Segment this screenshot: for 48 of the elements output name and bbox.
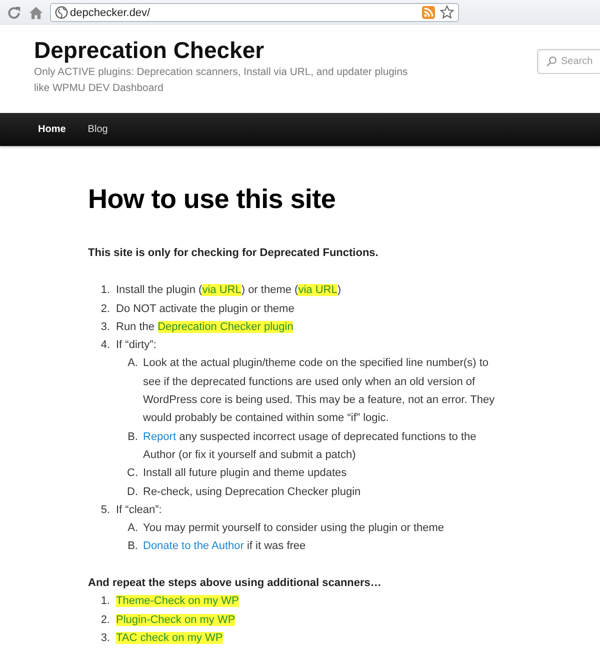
list-marker: 1. [100,595,110,608]
address-bar[interactable]: depchecker.dev/ [50,3,459,22]
list-item-text: Install all future plugin and theme updates [143,467,347,480]
list-marker: 3. [100,632,110,644]
list-marker: A. [128,522,138,534]
list-item-text: Re-check, using Deprecation Checker plugin [143,486,361,498]
highlighted-link[interactable]: TAC check on my WP [116,632,223,644]
text-link[interactable]: Donate to the Author [143,540,244,552]
highlighted-link[interactable]: Plugin-Check on my WP [116,614,236,626]
list-marker: 3. [100,320,110,333]
list-marker: 2. [100,302,110,315]
section-heading: And repeat the steps above using additional scanners… [88,576,382,592]
search-field[interactable]: Search [537,49,600,74]
list-marker: D. [127,486,138,498]
list-item-text: Install the plugin (via URL) or theme (via URL) [116,284,341,296]
list-item-text: Donate to the Author if it was free [143,540,306,552]
highlighted-link[interactable]: via URL [298,284,338,296]
intro-text: This site is only for checking for Deprecated Functions. [88,246,380,261]
page-title: How to use this site [88,183,337,216]
list-item-text: Look at the actual plugin/theme code on the specified line number(s) to see if the deprecated functions are used only when an old version of WordPress core is being used. This may be a feature, not an error. They would probably be contained within some “if” logic. [143,357,495,424]
list-item-text: Do NOT activate the plugin or theme [116,302,294,315]
nav-item[interactable]: Blog [88,122,108,136]
list-marker: A. [128,357,138,370]
search-icon [546,56,557,67]
list-marker: 4. [100,339,110,352]
list-marker: 2. [100,614,110,626]
list-item-text: Report any suspected incorrect usage of deprecated functions to the Author (or fix it yourself and submit a patch) [143,430,476,461]
list-item-text: You may permit yourself to consider using the plugin or theme [143,522,444,534]
list-item-text: If “dirty”: [116,339,156,352]
list-marker: 1. [100,284,110,296]
rss-icon[interactable] [422,6,435,19]
star-icon[interactable] [440,5,454,19]
highlighted-link[interactable]: Deprecation Checker plugin [158,320,294,333]
list-marker: 5. [100,504,110,516]
list-marker: B. [128,430,138,443]
list-item-text: If “clean”: [116,504,162,516]
reload-icon[interactable] [7,6,21,20]
globe-icon [55,6,68,19]
list-marker: B. [128,540,138,552]
list-marker: C. [127,467,138,480]
home-icon[interactable] [29,6,43,20]
highlighted-link[interactable]: Theme-Check on my WP [116,595,239,608]
nav-item[interactable]: Home [38,122,66,136]
list-item-text: Run the Deprecation Checker plugin [116,320,294,333]
highlighted-link[interactable]: via URL [202,284,242,296]
text-link[interactable]: Report [143,430,176,443]
site-title: Deprecation Checker [34,36,266,65]
site-tagline: Only ACTIVE plugins: Deprecation scanners, Install via URL, and updater plugins like WPMU DEV Dashboard [34,66,409,96]
